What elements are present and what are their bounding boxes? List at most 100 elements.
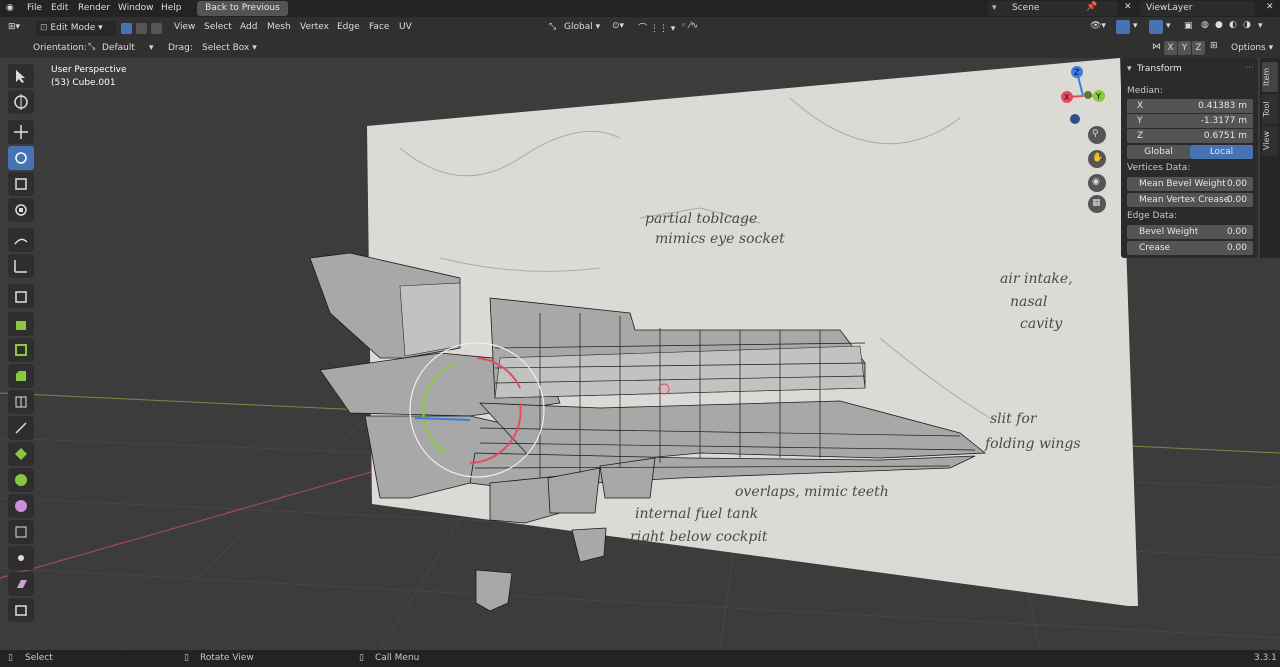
rotate-tool[interactable] [8, 146, 34, 170]
global-space-button[interactable]: Global [1127, 145, 1190, 159]
visibility-icon[interactable]: 👁▾ [1090, 21, 1106, 31]
median-y-label: Y [1137, 116, 1143, 126]
menu-add[interactable]: Add [240, 22, 257, 32]
tab-view[interactable]: View [1262, 126, 1278, 156]
orientation-selector[interactable]: Default [102, 43, 135, 53]
transform-collapse-icon[interactable]: ▾ [1127, 64, 1132, 74]
blender-logo-icon[interactable]: ◉ [6, 3, 14, 13]
menu-edge[interactable]: Edge [337, 22, 360, 32]
scene-name: Scene [1012, 3, 1040, 13]
scene-selector[interactable]: ▾ Scene 📌 [988, 1, 1118, 16]
gizmo-toggle-button[interactable] [1116, 20, 1130, 34]
3d-viewport[interactable]: partial toblcage mimics eye socket air i… [0, 58, 1280, 650]
perspective-toggle-icon[interactable]: ▦ [1088, 195, 1106, 213]
back-to-previous-button[interactable]: Back to Previous [197, 1, 288, 16]
navigation-gizmo[interactable]: Z Y X [1045, 60, 1115, 130]
vertex-select-button[interactable] [121, 23, 132, 34]
mean-bevel-weight-field[interactable]: Mean Bevel Weight 0.00 [1127, 177, 1253, 191]
transform-orientation-value: Global [564, 22, 593, 32]
options-dropdown[interactable]: Options ▾ [1231, 43, 1273, 53]
loop-cut-tool[interactable] [8, 390, 34, 414]
overlay-dropdown-icon[interactable]: ▾ [1166, 21, 1171, 31]
select-box-tool[interactable] [8, 64, 34, 88]
mirror-icon[interactable]: ⋈ [1152, 42, 1161, 52]
orientation-dropdown-icon[interactable]: ▾ [149, 43, 154, 53]
menu-help[interactable]: Help [161, 3, 182, 13]
rip-region-tool[interactable] [8, 598, 34, 622]
overlay-toggle-button[interactable] [1149, 20, 1163, 34]
pan-hand-icon[interactable]: ✋ [1088, 150, 1106, 168]
material-shading-icon[interactable]: ◐ [1229, 20, 1237, 30]
proportional-edit-icon[interactable]: ◦ ⁄∿ [681, 21, 698, 31]
inset-tool[interactable] [8, 338, 34, 362]
tab-tool[interactable]: Tool [1262, 94, 1278, 124]
bevel-tool[interactable] [8, 364, 34, 388]
svg-text:internal fuel tank: internal fuel tank [635, 506, 758, 522]
auto-merge-icon[interactable]: ⊞ [1210, 41, 1218, 51]
scale-tool[interactable] [8, 172, 34, 196]
menu-face[interactable]: Face [369, 22, 389, 32]
zoom-icon[interactable]: ⚲ [1088, 126, 1106, 144]
mirror-y-button[interactable]: Y [1178, 41, 1191, 55]
median-z-field[interactable]: Z 0.6751 m [1127, 129, 1253, 143]
menu-uv[interactable]: UV [399, 22, 412, 32]
move-tool[interactable] [8, 120, 34, 144]
annotate-tool[interactable] [8, 228, 34, 252]
drag-handle-icon[interactable]: ⋯ [1245, 63, 1254, 73]
snap-icon[interactable]: ⌒ ⋮⋮ ▾ [638, 21, 675, 34]
svg-text:slit for: slit for [990, 411, 1038, 427]
camera-icon[interactable]: ◉ [1088, 174, 1106, 192]
mean-bevel-weight-value: 0.00 [1226, 179, 1247, 189]
menu-file[interactable]: File [27, 3, 42, 13]
drag-selector[interactable]: Select Box ▾ [202, 43, 257, 53]
tab-item[interactable]: Item [1262, 62, 1278, 92]
measure-tool[interactable] [8, 254, 34, 278]
transform-tool[interactable] [8, 198, 34, 222]
close-view-layer-icon[interactable]: ✕ [1266, 2, 1274, 12]
shear-tool[interactable] [8, 572, 34, 596]
shading-dropdown-icon[interactable]: ▾ [1258, 21, 1263, 31]
face-select-button[interactable] [151, 23, 162, 34]
menu-select[interactable]: Select [204, 22, 232, 32]
inset-icon [15, 344, 27, 356]
xray-icon[interactable]: ▣ [1184, 21, 1193, 31]
transform-orientation-selector[interactable]: Global ▾ [564, 22, 600, 32]
cursor-tool[interactable] [8, 90, 34, 114]
mode-selector[interactable]: ⊡ Edit Mode ▾ [36, 21, 116, 36]
spin-tool[interactable] [8, 468, 34, 492]
poly-build-tool[interactable] [8, 442, 34, 466]
view-layer-selector[interactable]: ViewLayer [1140, 1, 1255, 16]
editor-type-icon[interactable]: ⊞▾ [8, 22, 20, 32]
add-cube-tool[interactable] [8, 284, 34, 308]
solid-shading-icon[interactable]: ● [1215, 20, 1223, 30]
crease-field[interactable]: Crease 0.00 [1127, 241, 1253, 255]
local-space-button[interactable]: Local [1190, 145, 1253, 159]
bevel-weight-field[interactable]: Bevel Weight 0.00 [1127, 225, 1253, 239]
rendered-shading-icon[interactable]: ◑ [1243, 20, 1251, 30]
median-y-field[interactable]: Y -1.3177 m [1127, 114, 1253, 128]
pivot-point-icon[interactable]: ⊙▾ [612, 21, 624, 31]
edge-slide-tool[interactable] [8, 520, 34, 544]
drag-value: Select Box [202, 43, 250, 53]
mirror-z-button[interactable]: Z [1192, 41, 1205, 55]
menu-vertex[interactable]: Vertex [300, 22, 329, 32]
version-label: 3.3.1 [1254, 653, 1277, 663]
bevel-icon [16, 371, 26, 381]
pin-icon[interactable]: 📌 [1086, 2, 1097, 12]
shrink-fatten-tool[interactable] [8, 546, 34, 570]
extrude-tool[interactable] [8, 312, 34, 336]
gizmo-dropdown-icon[interactable]: ▾ [1133, 21, 1138, 31]
wireframe-shading-icon[interactable]: ◍ [1201, 20, 1209, 30]
median-x-field[interactable]: X 0.41383 m [1127, 99, 1253, 113]
edge-select-button[interactable] [136, 23, 147, 34]
mirror-x-button[interactable]: X [1164, 41, 1177, 55]
menu-mesh[interactable]: Mesh [267, 22, 291, 32]
menu-edit[interactable]: Edit [51, 3, 68, 13]
mean-vertex-crease-field[interactable]: Mean Vertex Crease 0.00 [1127, 193, 1253, 207]
menu-window[interactable]: Window [118, 3, 154, 13]
menu-view[interactable]: View [174, 22, 195, 32]
smooth-tool[interactable] [8, 494, 34, 518]
knife-tool[interactable] [8, 416, 34, 440]
menu-render[interactable]: Render [78, 3, 110, 13]
close-scene-icon[interactable]: ✕ [1124, 2, 1132, 12]
